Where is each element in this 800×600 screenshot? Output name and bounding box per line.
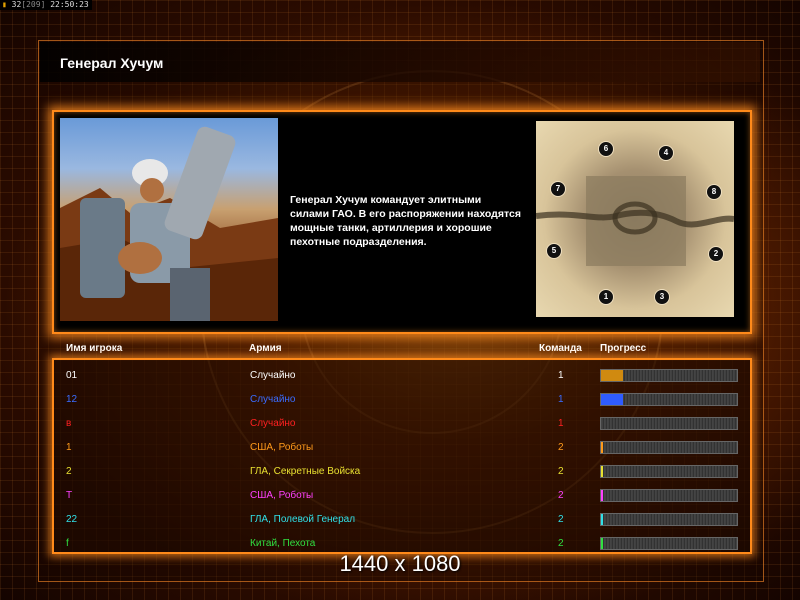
loading-screen: ▮ 32[209] 22:50:23 Генерал Хучум Генерал… (0, 0, 800, 600)
loading-progress-bar (600, 369, 738, 382)
debug-overlay: ▮ 32[209] 22:50:23 (0, 0, 92, 10)
fps-value: 32 (11, 0, 22, 9)
map-terrain (536, 121, 734, 317)
spawn-marker: 6 (598, 141, 614, 157)
resolution-label: 1440 x 1080 (339, 551, 461, 576)
loading-progress-bar (600, 537, 738, 550)
spawn-marker: 7 (550, 181, 566, 197)
map-features (536, 176, 734, 266)
player-name: в (66, 418, 72, 429)
table-row: в Случайно 1 (54, 410, 746, 434)
table-row: 01 Случайно 1 (54, 362, 746, 386)
player-name: Т (66, 490, 73, 501)
spawn-marker: 5 (546, 243, 562, 259)
spawn-marker: 1 (598, 289, 614, 305)
player-team: 2 (558, 442, 564, 453)
table-row: Т США, Роботы 2 (54, 482, 746, 506)
player-team: 1 (558, 418, 564, 429)
player-team: 2 (558, 466, 564, 477)
general-portrait (60, 118, 278, 321)
player-name: 1 (66, 442, 72, 453)
spawn-marker: 3 (654, 289, 670, 305)
portrait-image (60, 126, 278, 321)
table-row: 2 ГЛА, Секретные Войска 2 (54, 458, 746, 482)
player-name: 01 (66, 370, 78, 381)
player-army: Китай, Пехота (250, 538, 316, 549)
loading-progress-bar (600, 489, 738, 502)
header-progress: Прогресс (600, 343, 647, 354)
player-name: 2 (66, 466, 72, 477)
progress-fill (601, 514, 604, 525)
spawn-marker: 8 (706, 184, 722, 200)
spawn-marker: 4 (658, 145, 674, 161)
page-title: Генерал Хучум (60, 55, 164, 71)
player-army: США, Роботы (250, 442, 314, 453)
spawn-marker: 2 (708, 246, 724, 262)
table-row: 12 Случайно 1 (54, 386, 746, 410)
player-army: Случайно (250, 394, 296, 405)
progress-fill (601, 538, 604, 549)
player-name: f (66, 538, 69, 549)
player-army: Случайно (250, 370, 296, 381)
player-name: 22 (66, 514, 78, 525)
progress-fill (601, 442, 604, 453)
progress-fill (601, 370, 623, 381)
player-army: США, Роботы (250, 490, 314, 501)
clock: 22:50:23 (50, 0, 89, 9)
player-team: 2 (558, 538, 564, 549)
player-team: 2 (558, 490, 564, 501)
table-row: 22 ГЛА, Полевой Генерал 2 (54, 506, 746, 530)
progress-fill (601, 490, 604, 501)
fps-icon: ▮ (2, 0, 7, 9)
player-army: ГЛА, Секретные Войска (250, 466, 361, 477)
player-army: ГЛА, Полевой Генерал (250, 514, 356, 525)
player-army: Случайно (250, 418, 296, 429)
general-description: Генерал Хучум командует элитными силами … (290, 194, 521, 248)
player-team: 1 (558, 370, 564, 381)
loading-progress-bar (600, 393, 738, 406)
loading-progress-bar (600, 465, 738, 478)
header-army: Армия (249, 343, 282, 354)
player-team: 1 (558, 394, 564, 405)
debug-bracket: [209] (21, 0, 46, 9)
progress-fill (601, 394, 623, 405)
progress-fill (601, 466, 604, 477)
map-preview: 6 4 7 8 5 2 1 3 (528, 121, 740, 317)
table-row: 1 США, Роботы 2 (54, 434, 746, 458)
player-name: 12 (66, 394, 78, 405)
header-player-name: Имя игрока (66, 343, 123, 354)
loading-progress-bar (600, 513, 738, 526)
loading-progress-bar (600, 441, 738, 454)
player-team: 2 (558, 514, 564, 525)
loading-progress-bar (600, 417, 738, 430)
header-team: Команда (539, 343, 582, 354)
